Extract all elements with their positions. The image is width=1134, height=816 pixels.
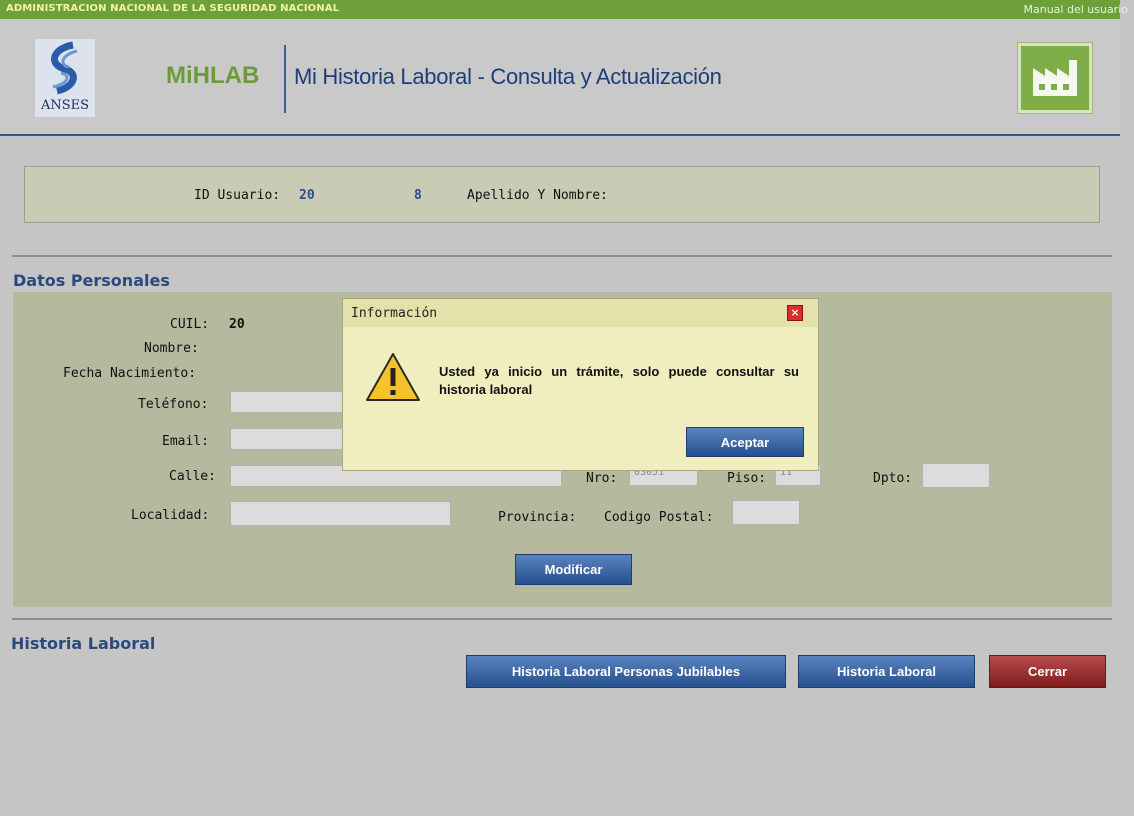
manual-link[interactable]: Manual del usuario	[1024, 3, 1129, 16]
dpto-label: Dpto:	[873, 471, 913, 486]
dpto-field[interactable]	[922, 463, 990, 488]
codigo-postal-label: Codigo Postal:	[604, 510, 714, 525]
historia-laboral-button[interactable]: Historia Laboral	[798, 655, 975, 688]
email-field[interactable]	[230, 428, 350, 450]
user-id-value-1: 20	[299, 188, 315, 203]
brand-separator	[284, 45, 286, 113]
section-title-datos-personales: Datos Personales	[13, 271, 170, 290]
piso-label: Piso:	[727, 471, 767, 486]
telefono-field[interactable]	[230, 391, 350, 413]
dialog-title: Información	[351, 306, 438, 321]
divider	[12, 618, 1112, 620]
info-dialog: Información × Usted ya inicio un trámite…	[342, 298, 819, 471]
modificar-button[interactable]: Modificar	[515, 554, 632, 585]
agency-name: ADMINISTRACION NACIONAL DE LA SEGURIDAD …	[6, 3, 340, 14]
telefono-label: Teléfono:	[138, 397, 209, 412]
email-label: Email:	[162, 434, 209, 449]
factory-icon	[1018, 43, 1092, 113]
historia-laboral-jubilables-button[interactable]: Historia Laboral Personas Jubilables	[466, 655, 786, 688]
cuil-label: CUIL:	[170, 317, 210, 332]
brand-name: MiHLAB	[166, 62, 260, 89]
header: ANSES MiHLAB Mi Historia Laboral - Consu…	[0, 19, 1120, 136]
accept-button[interactable]: Aceptar	[686, 427, 804, 457]
localidad-label: Localidad:	[131, 508, 210, 523]
fecha-nacimiento-label: Fecha Nacimiento:	[63, 366, 197, 381]
divider	[12, 255, 1112, 257]
user-id-label: ID Usuario:	[194, 188, 281, 203]
section-title-historia-laboral: Historia Laboral	[11, 634, 156, 653]
logo-text: ANSES	[40, 98, 90, 113]
user-name-label: Apellido Y Nombre:	[467, 188, 608, 203]
anses-logo: ANSES	[35, 39, 95, 117]
user-id-value-2: 8	[414, 188, 422, 203]
close-icon[interactable]: ×	[787, 305, 803, 321]
page-title: Mi Historia Laboral - Consulta y Actuali…	[294, 64, 722, 89]
dialog-message: Usted ya inicio un trámite, solo puede c…	[439, 364, 799, 397]
nombre-label: Nombre:	[144, 341, 199, 356]
logo-swirl-icon	[51, 41, 78, 95]
factory-glyph-icon	[1033, 60, 1077, 96]
calle-label: Calle:	[169, 469, 216, 484]
warning-icon	[366, 353, 420, 401]
localidad-field[interactable]	[230, 501, 451, 526]
cuil-value: 20	[229, 317, 245, 332]
provincia-label: Provincia:	[498, 510, 577, 525]
cerrar-button[interactable]: Cerrar	[989, 655, 1106, 688]
nro-label: Nro:	[586, 471, 618, 486]
codigo-postal-field[interactable]	[732, 500, 800, 525]
